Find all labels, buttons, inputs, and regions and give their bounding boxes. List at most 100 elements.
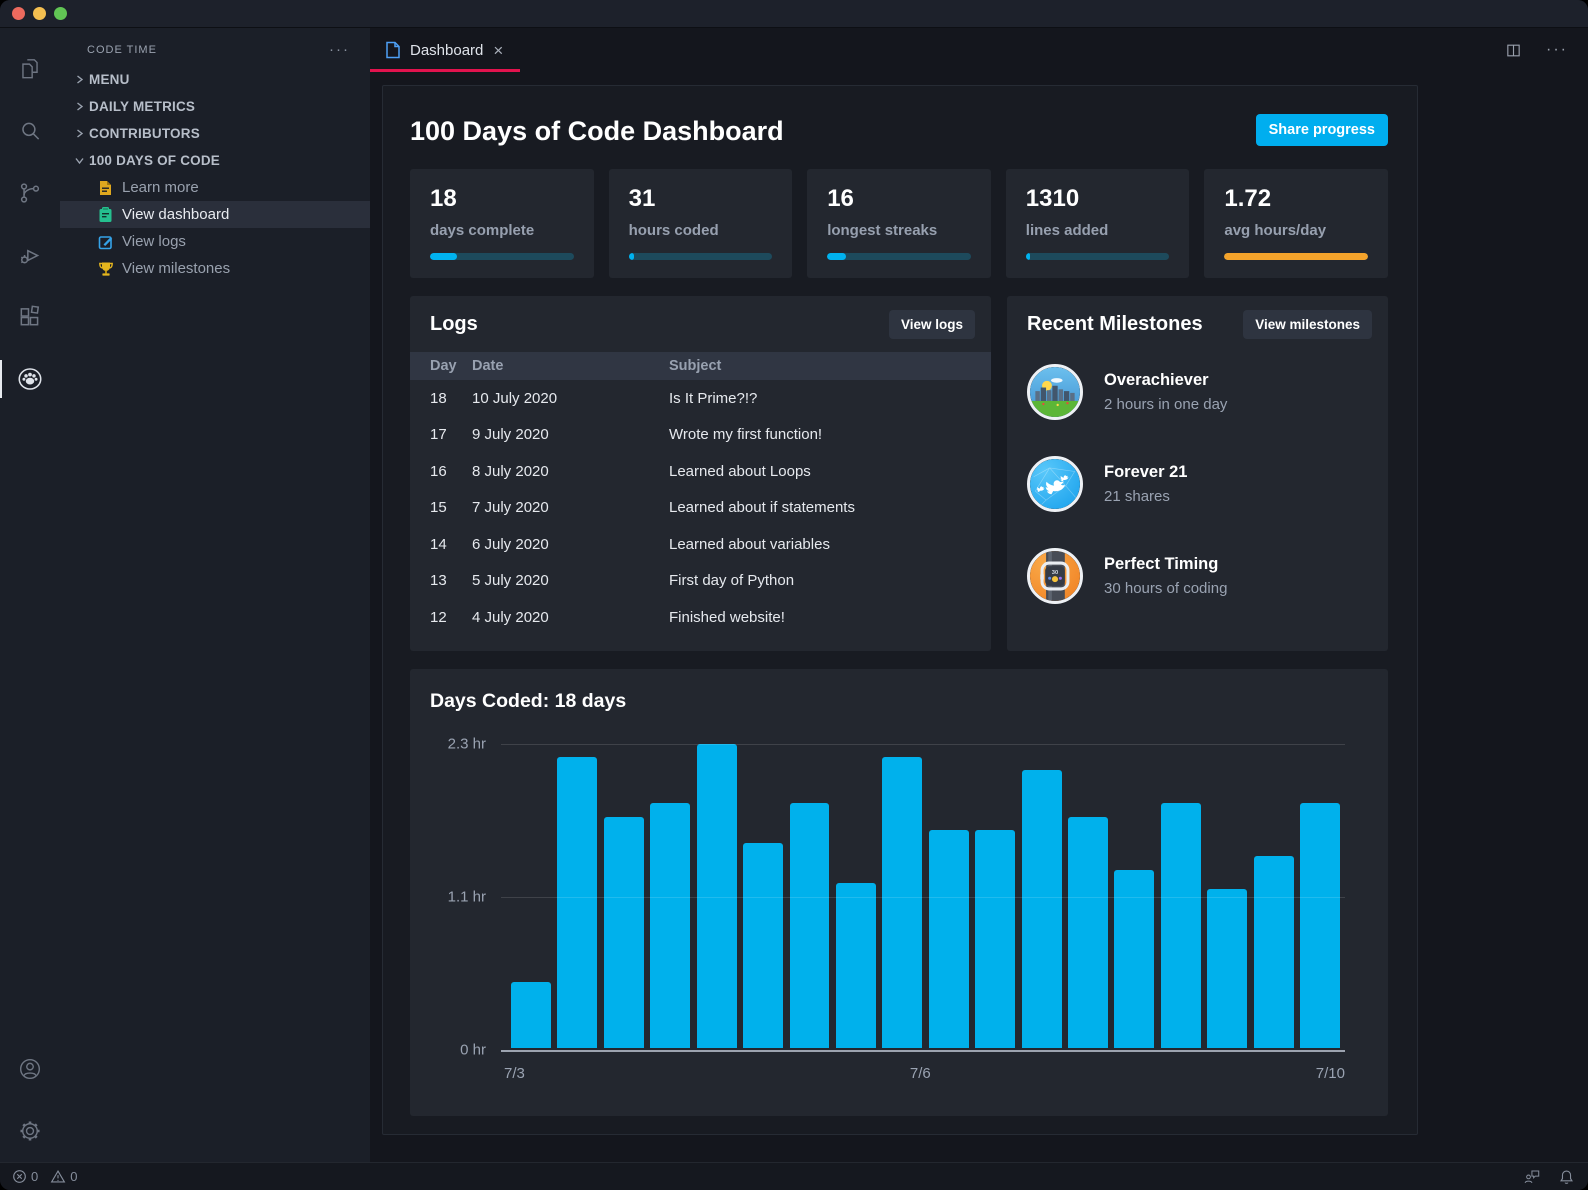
chevron-down-icon <box>71 153 87 169</box>
view-logs-button[interactable]: View logs <box>889 310 975 339</box>
chart-bar <box>743 843 783 1048</box>
log-table-row: 17 9 July 2020 Wrote my first function! <box>410 417 991 454</box>
city-sunrise-icon <box>1030 367 1080 417</box>
chart-bar <box>1161 803 1201 1048</box>
logs-card: Logs View logs Day Date Subject <box>410 296 991 651</box>
sidebar-item-learn-more[interactable]: Learn more <box>60 174 370 201</box>
zoom-window-button[interactable] <box>54 7 67 20</box>
search-icon <box>17 118 43 144</box>
log-table-row: 13 5 July 2020 First day of Python <box>410 563 991 600</box>
log-subject: Is It Prime?!? <box>669 380 991 417</box>
tab-close-icon[interactable]: × <box>493 42 503 59</box>
sidebar-more-actions-icon[interactable]: ··· <box>329 46 350 54</box>
stat-progress-fill <box>629 253 635 260</box>
settings-button[interactable] <box>0 1100 60 1162</box>
milestone-item: Overachiever 2 hours in one day <box>1007 364 1388 420</box>
chart-x-tick-label: 7/3 <box>504 1065 525 1082</box>
files-explorer-icon <box>17 56 43 82</box>
stats-row: 18 days complete 31 hours coded 16 longe… <box>410 169 1388 278</box>
column-day: Day <box>410 352 472 380</box>
sidebar-item-icon <box>97 233 114 250</box>
logs-table: Day Date Subject 18 10 July 2020 Is It P… <box>410 352 991 636</box>
tab-dashboard[interactable]: Dashboard × <box>370 28 520 72</box>
log-subject: Finished website! <box>669 599 991 636</box>
log-day: 12 <box>410 599 472 636</box>
column-subject: Subject <box>669 352 991 380</box>
run-debug-activity-button[interactable] <box>0 224 60 286</box>
code-time-activity-button[interactable] <box>0 348 60 410</box>
sidebar-section[interactable]: DAILY METRICS <box>60 93 370 120</box>
chart-gridline <box>501 744 1345 745</box>
chart-bar <box>929 830 969 1048</box>
log-subject: Learned about variables <box>669 526 991 563</box>
stat-value: 16 <box>827 185 971 213</box>
milestone-description: 2 hours in one day <box>1104 396 1227 413</box>
chart-y-tick-label: 2.3 hr <box>430 736 486 753</box>
stat-progress-fill <box>827 253 846 260</box>
sidebar-section[interactable]: 100 DAYS OF CODE <box>60 147 370 174</box>
sidebar-item-icon <box>97 179 114 196</box>
sidebar-section[interactable]: CONTRIBUTORS <box>60 120 370 147</box>
chart-bar <box>697 744 737 1048</box>
milestone-icon <box>1027 364 1083 420</box>
source-control-activity-button[interactable] <box>0 162 60 224</box>
chevron-right-icon <box>71 72 87 88</box>
log-date: 6 July 2020 <box>472 526 669 563</box>
search-activity-button[interactable] <box>0 100 60 162</box>
problems-errors[interactable]: 0 <box>12 1169 38 1184</box>
milestone-icon <box>1027 456 1083 512</box>
extensions-activity-button[interactable] <box>0 286 60 348</box>
chart-title: Days Coded: 18 days <box>430 690 1388 713</box>
sidebar-item-view-logs[interactable]: View logs <box>60 228 370 255</box>
feedback-icon[interactable] <box>1523 1169 1540 1184</box>
notifications-bell-icon[interactable] <box>1559 1169 1574 1185</box>
milestone-item: Forever 21 21 shares <box>1007 456 1388 512</box>
chart-bar <box>557 757 597 1048</box>
account-icon <box>17 1056 43 1082</box>
stat-label: longest streaks <box>827 222 971 239</box>
title-bar <box>0 0 1588 28</box>
stat-label: lines added <box>1026 222 1170 239</box>
sidebar-item-view-dashboard[interactable]: View dashboard <box>60 201 370 228</box>
logs-table-header: Day Date Subject <box>410 352 991 380</box>
milestone-name: Overachiever <box>1104 371 1227 390</box>
problems-warnings[interactable]: 0 <box>50 1169 77 1184</box>
stat-progress-fill <box>430 253 457 260</box>
minimize-window-button[interactable] <box>33 7 46 20</box>
chevron-right-icon <box>71 99 87 115</box>
column-date: Date <box>472 352 669 380</box>
close-window-button[interactable] <box>12 7 25 20</box>
twitter-shares-icon <box>1030 459 1080 509</box>
code-time-paw-icon <box>15 365 45 393</box>
log-table-row: 12 4 July 2020 Finished website! <box>410 599 991 636</box>
log-subject: First day of Python <box>669 563 991 600</box>
sidebar-item-view-milestones[interactable]: View milestones <box>60 255 370 282</box>
milestone-description: 21 shares <box>1104 488 1187 505</box>
sidebar-section-label: DAILY METRICS <box>89 99 195 114</box>
chart-x-tick-label: 7/6 <box>910 1065 931 1082</box>
log-date: 9 July 2020 <box>472 417 669 454</box>
stat-progress-fill <box>1026 253 1030 260</box>
stat-card: 1310 lines added <box>1006 169 1190 278</box>
chart-y-tick-label: 0 hr <box>430 1042 486 1059</box>
split-editor-icon[interactable] <box>1505 42 1522 59</box>
log-day: 15 <box>410 490 472 527</box>
vscode-window: CODE TIME ··· MENU DAILY METRICS <box>0 0 1588 1190</box>
sidebar: CODE TIME ··· MENU DAILY METRICS <box>60 28 370 1162</box>
view-milestones-button[interactable]: View milestones <box>1243 310 1372 339</box>
more-actions-icon[interactable]: ··· <box>1546 45 1568 55</box>
chart-bar <box>836 883 876 1048</box>
account-button[interactable] <box>0 1038 60 1100</box>
stat-progress-fill <box>1224 253 1368 260</box>
log-day: 17 <box>410 417 472 454</box>
explorer-activity-button[interactable] <box>0 38 60 100</box>
sidebar-item-label: Learn more <box>122 179 199 196</box>
tab-label: Dashboard <box>410 42 483 59</box>
share-progress-button[interactable]: Share progress <box>1256 114 1388 146</box>
stat-value: 31 <box>629 185 773 213</box>
log-date: 10 July 2020 <box>472 380 669 417</box>
chart-bar <box>790 803 830 1048</box>
run-debug-icon <box>17 242 43 268</box>
stat-progress-track <box>1224 253 1368 260</box>
sidebar-section[interactable]: MENU <box>60 66 370 93</box>
